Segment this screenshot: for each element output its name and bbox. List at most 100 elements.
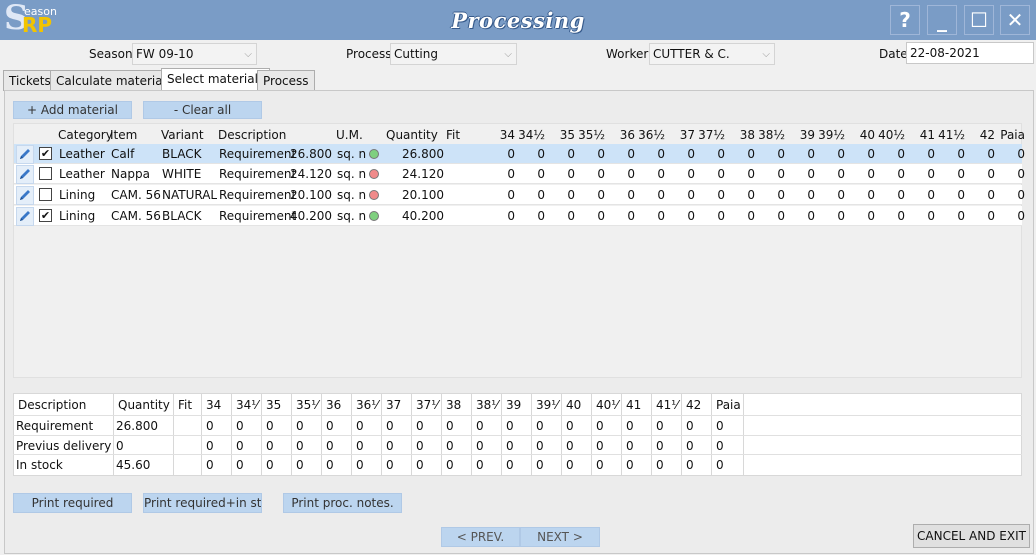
cell-um: sq. n [337,209,367,223]
cell-quantity: 40.200 [402,209,444,223]
season-value: FW 09-10 [136,47,194,61]
process-label: Process [346,47,392,61]
tab-tickets[interactable]: Tickets [3,70,57,91]
cell-size: 0 [867,147,875,161]
column-header-quantity: Quantity [386,128,438,142]
column-header-size: 36 [619,128,635,142]
cell-size: 0 [567,147,575,161]
column-divider [681,393,682,475]
summary-row-size: 0 [296,458,304,472]
cell-size: 0 [537,188,545,202]
summary-row-size: 0 [656,419,664,433]
summary-row-size: 0 [296,439,304,453]
status-indicator-icon [369,211,379,221]
cell-value: 40.200 [290,209,332,223]
summary-row-size: 0 [596,439,604,453]
status-indicator-icon [369,149,379,159]
minimize-button[interactable]: _ [927,5,957,35]
cell-category: Lining [59,188,96,202]
column-divider [321,393,322,475]
pencil-icon [20,169,30,179]
column-header-size: 39 [799,128,815,142]
row-checkbox[interactable]: ✔ [39,147,52,160]
summary-row-size: 0 [536,419,544,433]
season-select[interactable]: FW 09-10 ⌵ [132,43,257,65]
cancel-exit-button[interactable]: CANCEL AND EXIT [913,524,1030,548]
column-divider [173,393,174,475]
process-select[interactable]: Cutting ⌵ [390,43,517,65]
print-notes-button[interactable]: Print proc. notes. [283,493,402,513]
row-checkbox[interactable] [39,188,52,201]
cell-size: 0 [507,147,515,161]
row-checkbox[interactable] [39,167,52,180]
edit-row-button[interactable] [16,145,34,164]
help-icon: ? [899,8,911,32]
edit-row-button[interactable] [16,165,34,184]
cell-size: 0 [747,188,755,202]
cell-size: 0 [897,188,905,202]
tab-select-materials[interactable]: Select materials [161,68,271,91]
edit-row-button[interactable] [16,207,34,226]
summary-row-size: 0 [206,458,214,472]
summary-header-size: 38 [446,398,462,412]
print-required-button[interactable]: Print required [13,493,132,513]
clear-all-button[interactable]: - Clear all [143,101,262,119]
summary-row-size: 0 [296,419,304,433]
cell-size: 0 [957,147,965,161]
help-button[interactable]: ? [890,5,920,35]
summary-row-size: 0 [206,419,214,433]
summary-row-size: 0 [566,439,574,453]
cell-size: 0 [597,209,605,223]
maximize-button[interactable]: ☐ [964,5,994,35]
summary-row-size: 0 [626,458,634,472]
cell-size: 0 [987,167,995,181]
cell-size: 0 [837,209,845,223]
cell-size: 0 [987,188,995,202]
summary-header-description: Description [18,398,87,412]
row-checkbox[interactable]: ✔ [39,209,52,222]
cell-size: 0 [507,167,515,181]
summary-row-size: 0 [686,458,694,472]
column-header-size: 35 [559,128,575,142]
date-field[interactable]: 22-08-2021 [906,42,1034,64]
print-required-stock-button[interactable]: Print required+in stoc [143,493,262,513]
cell-size: 0 [717,167,725,181]
close-button[interactable]: ✕ [1000,5,1030,35]
add-material-button[interactable]: + Add material [13,101,132,119]
process-value: Cutting [394,47,438,61]
prev-button[interactable]: < PREV. [441,527,520,547]
summary-header-size: 37⅟ [416,398,439,412]
column-header-um: U.M. [336,128,363,142]
tab-process[interactable]: Process [257,70,315,91]
summary-row-size: 0 [386,439,394,453]
summary-row-size: 0 [476,439,484,453]
cell-size: 0 [987,209,995,223]
button-label: CANCEL AND EXIT [917,529,1026,543]
column-header-size: 35½ [578,128,605,142]
cell-size: 0 [537,209,545,223]
date-value: 22-08-2021 [910,46,980,60]
cell-size: 0 [897,147,905,161]
cell-variant: BLACK [162,209,202,223]
tab-calculate-materials[interactable]: Calculate materials [50,70,179,91]
summary-row-description: In stock [16,458,63,472]
close-icon: ✕ [1006,8,1024,32]
column-divider [651,393,652,475]
summary-header-quantity: Quantity [118,398,170,412]
cell-size: 0 [867,209,875,223]
next-button[interactable]: NEXT > [520,527,600,547]
summary-header-size: 40⅟ [596,398,619,412]
cell-size: 0 [747,209,755,223]
cell-size: 0 [807,209,815,223]
cell-size: 0 [747,147,755,161]
cell-item: CAM. 56 [111,209,161,223]
cell-category: Leather [59,167,105,181]
cell-category: Leather [59,147,105,161]
edit-row-button[interactable] [16,186,34,205]
column-header-size: 37 [679,128,695,142]
summary-row-size: 0 [266,419,274,433]
summary-row-size: 0 [236,458,244,472]
pencil-icon [20,190,30,200]
worker-select[interactable]: CUTTER & C. ⌵ [649,43,775,65]
cell-size: 0 [567,209,575,223]
